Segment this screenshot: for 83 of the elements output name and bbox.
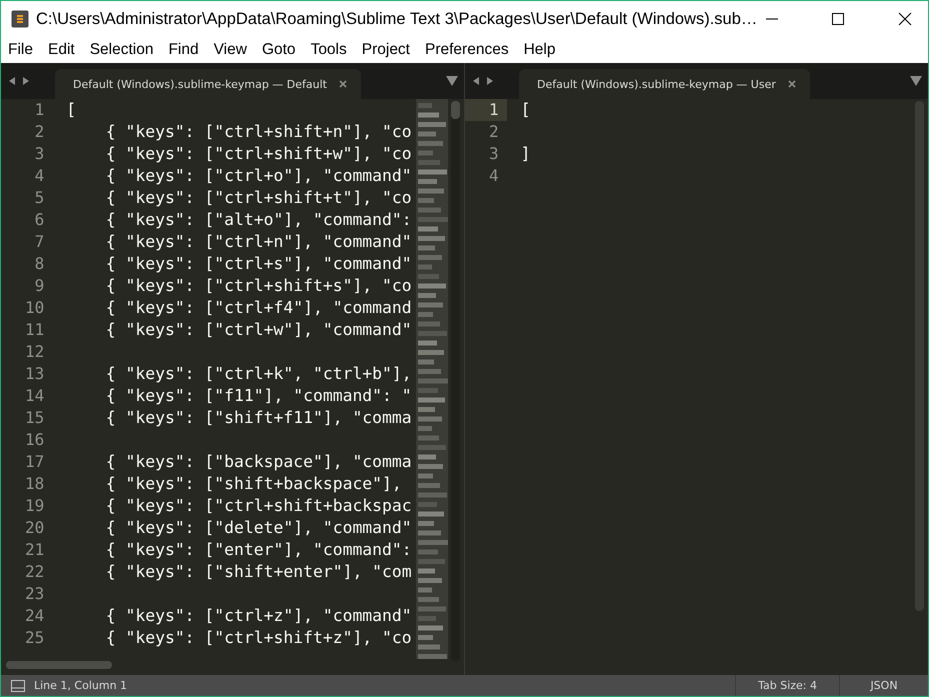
code-line: { "keys": ["ctrl+f4"], "command xyxy=(104,298,412,317)
menu-item[interactable]: Help xyxy=(524,41,556,59)
code-line: { "keys": ["ctrl+k", "ctrl+b"], xyxy=(104,364,412,383)
close-icon[interactable] xyxy=(898,12,912,26)
syntax-button[interactable]: JSON xyxy=(839,675,928,696)
menu-item[interactable]: Preferences xyxy=(425,41,509,59)
line-number: 8 xyxy=(34,253,46,275)
code-line: { "keys": ["alt+o"], "command": xyxy=(104,210,412,229)
code-line: { "keys": ["shift+backspace"], xyxy=(104,474,402,493)
line-number: 22 xyxy=(24,561,46,583)
line-number: 2 xyxy=(488,121,500,143)
code-line: { "keys": ["ctrl+shift+n"], "co xyxy=(104,122,412,141)
line-number: 1 xyxy=(465,99,507,121)
code-line: { "keys": ["ctrl+w"], "command" xyxy=(104,320,412,339)
line-number: 17 xyxy=(24,451,46,473)
back-arrow-icon[interactable] xyxy=(7,76,17,86)
line-number: 1 xyxy=(34,99,46,121)
code-line: { "keys": ["ctrl+o"], "command" xyxy=(104,166,412,185)
scrollbar[interactable] xyxy=(915,101,924,611)
menu-item[interactable]: Find xyxy=(168,41,199,59)
cursor-position: Line 1, Column 1 xyxy=(34,679,128,692)
menu-item[interactable]: Goto xyxy=(262,41,296,59)
line-number: 16 xyxy=(24,429,46,451)
code-line: { "keys": ["ctrl+n"], "command" xyxy=(104,232,412,251)
line-number: 4 xyxy=(34,165,46,187)
editor-tab[interactable]: Default (Windows).sublime-keymap — User xyxy=(519,69,810,99)
line-number: 15 xyxy=(24,407,46,429)
code-line: { "keys": ["ctrl+shift+t"], "co xyxy=(104,188,412,207)
line-number: 18 xyxy=(24,473,46,495)
line-number: 3 xyxy=(34,143,46,165)
tab-size-button[interactable]: Tab Size: 4 xyxy=(735,675,839,696)
code-line: { "keys": ["ctrl+z"], "command" xyxy=(104,606,412,625)
menu-item[interactable]: View xyxy=(214,41,247,59)
line-number: 11 xyxy=(24,319,46,341)
line-number: 21 xyxy=(24,539,46,561)
code-line: { "keys": ["delete"], "command" xyxy=(104,518,412,537)
forward-arrow-icon[interactable] xyxy=(485,76,495,86)
app-icon xyxy=(11,10,29,28)
line-number: 14 xyxy=(24,385,46,407)
menu-item[interactable]: Tools xyxy=(310,41,347,59)
code-line: { "keys": ["ctrl+shift+z"], "co xyxy=(104,628,412,647)
minimap-drawing[interactable] xyxy=(416,99,448,659)
line-number: 25 xyxy=(24,627,46,649)
line-number: 10 xyxy=(24,297,46,319)
line-number: 24 xyxy=(24,605,46,627)
menu-item[interactable]: Project xyxy=(362,41,410,59)
line-number: 4 xyxy=(488,165,500,187)
dropdown-icon[interactable] xyxy=(910,76,922,86)
editor-tab[interactable]: Default (Windows).sublime-keymap — Default xyxy=(55,69,361,99)
code-line: { "keys": ["shift+enter"], "com xyxy=(104,562,412,581)
panel-icon[interactable] xyxy=(11,680,25,692)
code-line: { "keys": ["ctrl+s"], "command" xyxy=(104,254,412,273)
menu-item[interactable]: File xyxy=(8,41,33,59)
line-number: 7 xyxy=(34,231,46,253)
code-line: { "keys": ["ctrl+shift+backspac xyxy=(104,496,412,515)
line-number: 13 xyxy=(24,363,46,385)
window-title: C:\Users\Administrator\AppData\Roaming\Sublime Text 3\Packages\User\Default (Windows).sub… xyxy=(36,10,758,28)
maximize-icon[interactable] xyxy=(832,13,844,25)
line-number: 19 xyxy=(24,495,46,517)
back-arrow-icon[interactable] xyxy=(471,76,481,86)
scrollbar[interactable] xyxy=(451,101,460,661)
line-number: 2 xyxy=(34,121,46,143)
code-line: [ xyxy=(66,100,76,119)
menu-item[interactable]: Selection xyxy=(90,41,154,59)
code-line: { "keys": ["backspace"], "comma xyxy=(104,452,412,471)
code-line: { "keys": ["shift+f11"], "comma xyxy=(104,408,412,427)
code-line: { "keys": ["f11"], "command": " xyxy=(104,386,412,405)
line-number: 6 xyxy=(34,209,46,231)
code-line: { "keys": ["enter"], "command": xyxy=(104,540,412,559)
line-number: 3 xyxy=(488,143,500,165)
line-number: 12 xyxy=(24,341,46,363)
code-line: { "keys": ["ctrl+shift+w"], "co xyxy=(104,144,412,163)
line-number: 9 xyxy=(34,275,46,297)
code-line: ] xyxy=(520,144,531,163)
menu-item[interactable]: Edit xyxy=(48,41,75,59)
line-number: 20 xyxy=(24,517,46,539)
dropdown-icon[interactable] xyxy=(446,76,458,86)
code-line: { "keys": ["ctrl+shift+s"], "co xyxy=(104,276,412,295)
code-line: [ xyxy=(520,100,531,119)
line-number: 5 xyxy=(34,187,46,209)
line-number: 23 xyxy=(24,583,46,605)
horizontal-scrollbar[interactable] xyxy=(6,661,112,669)
forward-arrow-icon[interactable] xyxy=(21,76,31,86)
